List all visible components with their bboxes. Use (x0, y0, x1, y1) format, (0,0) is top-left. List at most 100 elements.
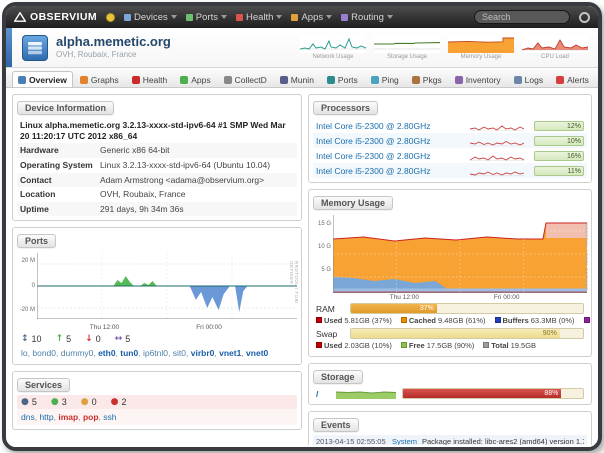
service-up-icon: ● (51, 397, 59, 407)
service-count-total: ●5 (21, 397, 37, 407)
left-column: Device Information Linux alpha.memetic.o… (12, 94, 302, 445)
storage-panel: Storage / 88% (308, 363, 592, 405)
tab-munin[interactable]: Munin (274, 71, 320, 87)
ram-usage-fill: 37% (351, 304, 437, 313)
alerts-icon (556, 76, 564, 84)
service-link-ssh[interactable]: ssh (103, 412, 116, 422)
service-link-http[interactable]: http (39, 412, 58, 422)
cpu-usage-percent: 16% (567, 152, 581, 161)
service-list: dnshttpimappopssh (17, 409, 297, 425)
port-link-ip6tnl0[interactable]: ip6tnl0 (143, 348, 173, 358)
processor-row: Intel Core i5-2300 @ 2.80GHz 11% (313, 163, 587, 178)
server-icon (22, 35, 48, 61)
minigraph-network[interactable]: Network Usage (300, 35, 366, 60)
port-link-dummy0[interactable]: dummy0 (61, 348, 98, 358)
tab-logs[interactable]: Logs (508, 71, 549, 87)
ports-graph[interactable]: 20 M 0 -20 M (17, 253, 297, 323)
legend-value: 9.48GB (61%) (438, 316, 486, 325)
port-link-lo[interactable]: lo (21, 348, 32, 358)
tab-collectd[interactable]: CollectD (218, 71, 273, 87)
observium-logo[interactable]: OBSERVIUM (14, 11, 97, 23)
event-row: 2013-04-15 02:55:05SystemPackage install… (313, 435, 587, 445)
tab-pkgs[interactable]: Pkgs (406, 71, 448, 87)
swap-usage-fill: 90% (351, 329, 560, 338)
port-link-eth0[interactable]: eth0 (98, 348, 120, 358)
event-entity-link[interactable]: System (392, 437, 422, 445)
search-input[interactable] (474, 10, 570, 24)
overview-icon (18, 76, 26, 84)
tab-overview[interactable]: Overview (12, 71, 73, 87)
panel-title: Services (17, 378, 70, 392)
legend-item-used: Used2.03GB (10%) (316, 341, 392, 350)
port-link-sit0[interactable]: sit0 (173, 348, 191, 358)
service-count-warning: ●0 (81, 397, 97, 407)
device-location: OVH, Roubaix, France (56, 50, 171, 59)
port-link-vnet0[interactable]: vnet0 (246, 348, 268, 358)
app-window: OBSERVIUM Devices Ports Health Apps Rout… (2, 2, 602, 451)
port-link-virbr0[interactable]: virbr0 (191, 348, 219, 358)
count-value: 0 (96, 334, 101, 344)
processor-link[interactable]: Intel Core i5-2300 @ 2.80GHz (316, 151, 464, 161)
processor-link[interactable]: Intel Core i5-2300 @ 2.80GHz (316, 121, 464, 131)
processor-link[interactable]: Intel Core i5-2300 @ 2.80GHz (316, 166, 464, 176)
device-hostname[interactable]: alpha.memetic.org (56, 35, 171, 50)
menu-routing[interactable]: Routing (341, 12, 393, 23)
tab-alerts[interactable]: Alerts (550, 71, 595, 87)
panel-title: Ports (17, 234, 56, 248)
legend-name: Total (491, 341, 508, 350)
port-link-vnet1[interactable]: vnet1 (219, 348, 246, 358)
info-value: Linux 3.2.13-xxxx-std-ipv6-64 (Ubuntu 10… (100, 160, 294, 171)
tab-graphs[interactable]: Graphs (74, 71, 125, 87)
info-value: Adam Armstrong <adama@observium.org> (100, 175, 294, 186)
x-axis-label: Thu 12:00 (390, 294, 419, 301)
y-axis-label: 0 (17, 283, 35, 289)
updown-arrow-icon: ↕ (21, 334, 29, 344)
tab-label: Logs (525, 75, 543, 85)
menu-ports[interactable]: Ports (186, 12, 227, 23)
menu-health[interactable]: Health (236, 12, 282, 23)
ram-label: RAM (316, 304, 346, 314)
menu-apps[interactable]: Apps (291, 12, 332, 23)
tab-label: Apps (191, 75, 210, 85)
services-panel: Services ●5 ●3 ●0 ●2 dnshttpimappopssh (12, 371, 302, 430)
up-arrow-icon: ↑ (56, 334, 64, 344)
tab-ports[interactable]: Ports (321, 71, 364, 87)
sysdescr-text: Linux alpha.memetic.org 3.2.13-xxxx-std-… (17, 118, 297, 143)
minigraph-memory[interactable]: Memory Usage (448, 35, 514, 60)
info-row-contact: ContactAdam Armstrong <adama@observium.o… (17, 173, 297, 188)
processor-row: Intel Core i5-2300 @ 2.80GHz 16% (313, 148, 587, 163)
service-link-imap[interactable]: imap (58, 412, 83, 422)
minigraph-cpu[interactable]: CPU Load (522, 35, 588, 60)
tab-health[interactable]: Health (126, 71, 174, 87)
processor-link[interactable]: Intel Core i5-2300 @ 2.80GHz (316, 136, 464, 146)
swap-legend: Used2.03GB (10%) Free17.5GB (90%) Total1… (313, 340, 587, 352)
legend-swatch (316, 317, 322, 323)
menu-label: Devices (134, 12, 168, 23)
service-link-dns[interactable]: dns (21, 412, 39, 422)
info-row-hardware: HardwareGeneric x86 64-bit (17, 143, 297, 158)
tab-inventory[interactable]: Inventory (449, 71, 507, 87)
tab-label: Pkgs (423, 75, 442, 85)
tab-label: Health (143, 75, 168, 85)
swap-row: Swap 90% (313, 327, 587, 340)
y-axis-label: 15 G (313, 221, 331, 227)
service-link-pop[interactable]: pop (83, 412, 103, 422)
settings-icon[interactable] (579, 12, 590, 23)
mount-link[interactable]: / (316, 389, 330, 399)
port-link-tun0[interactable]: tun0 (120, 348, 143, 358)
port-link-bond0[interactable]: bond0 (32, 348, 60, 358)
rrdtool-credit: RRDTOOL / TOBI OETIKER (584, 223, 589, 291)
pkgs-icon (412, 76, 420, 84)
chevron-down-icon (171, 15, 177, 19)
panel-title: Events (313, 418, 359, 432)
legend-swatch (401, 317, 407, 323)
minigraph-storage[interactable]: Storage Usage (374, 35, 440, 60)
legend-value: 17.5GB (90%) (427, 341, 475, 350)
tab-ping[interactable]: Ping (365, 71, 405, 87)
port-count-up: ↑5 (56, 334, 72, 344)
legend-swatch (584, 317, 590, 323)
tab-apps[interactable]: Apps (174, 71, 216, 87)
health-tab-icon (132, 76, 140, 84)
memory-graph[interactable]: 15 G 10 G 5 G (313, 215, 587, 293)
menu-devices[interactable]: Devices (124, 12, 177, 23)
